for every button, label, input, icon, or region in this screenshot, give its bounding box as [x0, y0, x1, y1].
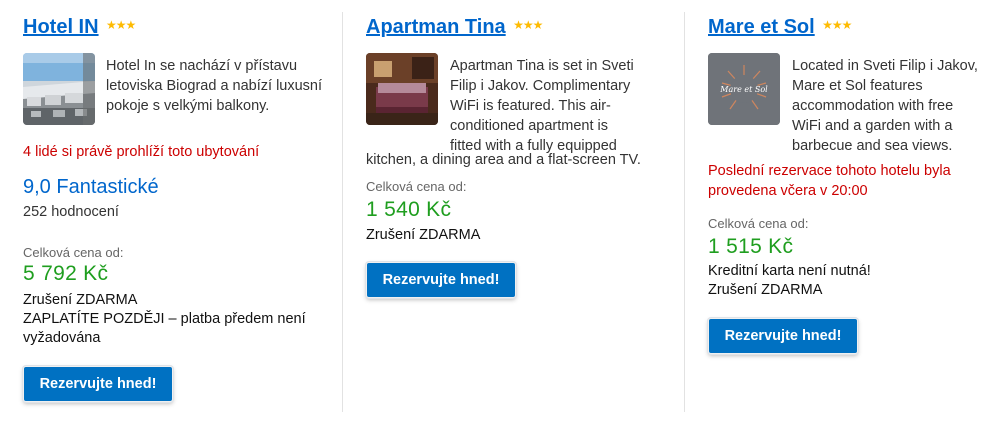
urgency-message: 4 lidé si právě prohlíží toto ubytování: [23, 144, 260, 160]
book-now-button[interactable]: Rezervujte hned!: [23, 366, 173, 402]
hotel-name-link[interactable]: Hotel IN: [23, 16, 99, 38]
description-line: conditioned apartment is: [450, 118, 608, 134]
price-label: Celková cena od:: [23, 245, 124, 260]
free-cancellation-note: Zrušení ZDARMA: [366, 227, 481, 243]
price-value: 1 515 Kč: [708, 235, 794, 258]
description-line: WiFi is featured. This air-: [450, 98, 611, 114]
description-line: Filip i Jakov. Complimentary: [450, 78, 631, 94]
price-label: Celková cena od:: [366, 179, 467, 194]
hotel-title-row: Apartman Tina ★★★: [366, 16, 543, 39]
hotel-photo[interactable]: [366, 53, 438, 125]
free-cancellation-note: Zrušení ZDARMA: [708, 282, 823, 298]
pay-later-note-continued: vyžadována: [23, 330, 101, 346]
hotel-card-apartman-tina: Apartman Tina ★★★ Apartman Tina is set i…: [353, 12, 673, 412]
hotel-description: Located in Sveti Filip i Jakov, Mare et …: [792, 58, 978, 154]
no-credit-card-note: Kreditní karta není nutná!: [708, 263, 871, 279]
description-tail: kitchen, a dining area and a flat-screen…: [366, 152, 641, 168]
hotel-photo[interactable]: [23, 53, 95, 125]
review-count: 252 hodnocení: [23, 204, 119, 220]
star-rating-icon: ★★★: [822, 18, 852, 32]
hotel-card-hotel-in: Hotel IN ★★★ Hotel In se nachází v příst…: [10, 12, 332, 412]
urgency-message: Poslední rezervace tohoto hotelu byla pr…: [708, 163, 951, 199]
logo-text: Mare et Sol: [719, 85, 768, 94]
book-now-button[interactable]: Rezervujte hned!: [366, 262, 516, 298]
hotel-description: Apartman Tina is set in Sveti Filip i Ja…: [450, 56, 673, 156]
price-value: 1 540 Kč: [366, 198, 452, 221]
pay-later-note: ZAPLATÍTE POZDĚJI – platba předem není: [23, 311, 306, 327]
hotel-card-mare-et-sol: Mare et Sol ★★★ Mare et Sol Located in S…: [695, 12, 985, 412]
price-label: Celková cena od:: [708, 216, 809, 231]
description-line: Apartman Tina is set in Sveti: [450, 58, 634, 74]
free-cancellation-note: Zrušení ZDARMA: [23, 292, 138, 308]
price-value: 5 792 Kč: [23, 262, 109, 285]
star-rating-icon: ★★★: [106, 18, 136, 32]
column-divider: [684, 12, 685, 412]
hotel-logo[interactable]: Mare et Sol: [708, 53, 780, 125]
hotel-name-link[interactable]: Apartman Tina: [366, 16, 506, 38]
review-score: 9,0 Fantastické: [23, 176, 159, 198]
star-rating-icon: ★★★: [513, 18, 543, 32]
book-now-button[interactable]: Rezervujte hned!: [708, 318, 858, 354]
hotel-title-row: Hotel IN ★★★: [23, 16, 136, 39]
hotel-description: Hotel In se nachází v přístavu letoviska…: [106, 58, 323, 114]
column-divider: [342, 12, 343, 412]
hotel-title-row: Mare et Sol ★★★: [708, 16, 852, 39]
hotel-name-link[interactable]: Mare et Sol: [708, 16, 815, 38]
